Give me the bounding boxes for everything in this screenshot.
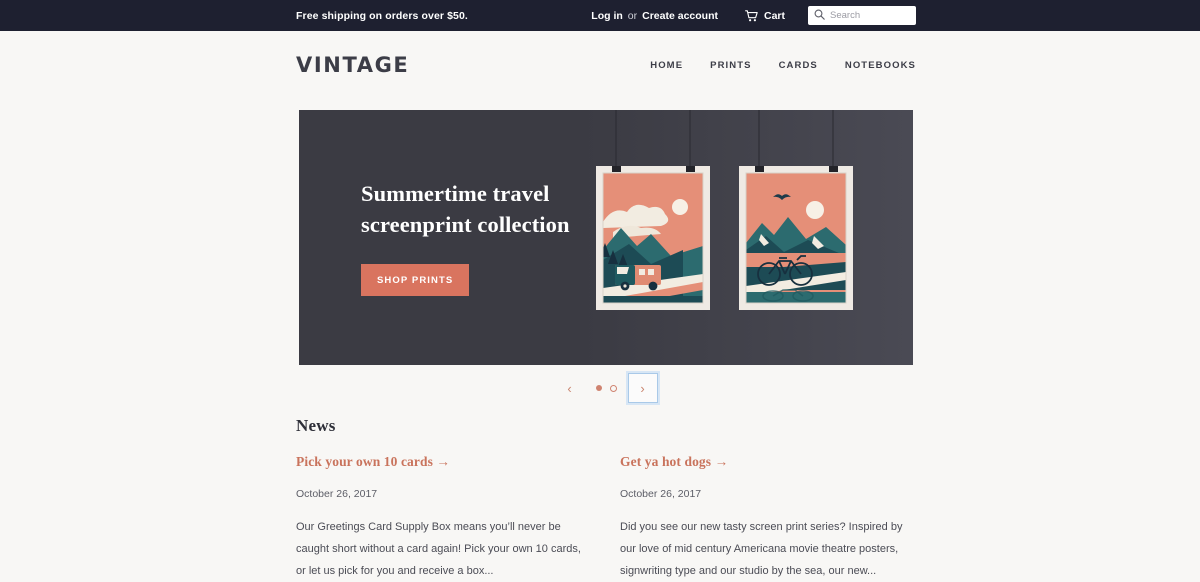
create-account-link[interactable]: Create account bbox=[642, 10, 718, 22]
article-card: Pick your own 10 cards → October 26, 201… bbox=[296, 454, 592, 582]
site-header: VINTAGE Home Prints Cards Notebooks bbox=[296, 31, 916, 99]
article-list: Pick your own 10 cards → October 26, 201… bbox=[296, 454, 916, 582]
search-box[interactable] bbox=[808, 6, 916, 25]
slideshow-dots bbox=[595, 384, 617, 392]
hero-title: Summertime travel screenprint collection bbox=[361, 178, 621, 240]
slideshow-dot-1[interactable] bbox=[595, 385, 602, 391]
article-excerpt: Did you see our new tasty screen print s… bbox=[620, 521, 903, 577]
hero-title-line-2: screenprint collection bbox=[361, 212, 570, 238]
site-logo[interactable]: VINTAGE bbox=[296, 53, 409, 77]
article-excerpt: Our Greetings Card Supply Box means you’… bbox=[296, 521, 581, 577]
nav-item-cards[interactable]: Cards bbox=[779, 60, 818, 71]
utility-links: Log in or Create account Cart bbox=[591, 6, 916, 25]
article-date: October 26, 2017 bbox=[620, 488, 702, 500]
chevron-right-icon[interactable]: › bbox=[627, 373, 658, 403]
shop-prints-button[interactable]: Shop prints bbox=[361, 264, 470, 297]
hero-slideshow: Summertime travel screenprint collection… bbox=[299, 110, 913, 365]
search-input[interactable] bbox=[830, 10, 910, 21]
article-title-link[interactable]: Get ya hot dogs → bbox=[620, 454, 916, 470]
article-date: October 26, 2017 bbox=[296, 488, 378, 500]
search-icon bbox=[814, 7, 825, 25]
nav-item-home[interactable]: Home bbox=[650, 60, 683, 71]
or-separator: or bbox=[627, 9, 638, 22]
hero-title-line-1: Summertime travel bbox=[361, 181, 550, 206]
announcement-bar-inner: Free shipping on orders over $50. Log in… bbox=[296, 6, 916, 25]
cart-link[interactable]: Cart bbox=[745, 10, 785, 22]
slideshow-controls: ‹ › bbox=[299, 371, 913, 405]
news-section: News Pick your own 10 cards → October 26… bbox=[296, 416, 916, 582]
hero-copy: Summertime travel screenprint collection… bbox=[361, 178, 621, 297]
article-card: Get ya hot dogs → October 26, 2017 Did y… bbox=[620, 454, 916, 582]
announcement-bar: Free shipping on orders over $50. Log in… bbox=[0, 0, 1200, 31]
slideshow-dot-2[interactable] bbox=[609, 384, 617, 392]
account-links: Log in or Create account bbox=[591, 10, 718, 22]
news-heading: News bbox=[296, 416, 336, 435]
article-title-link[interactable]: Pick your own 10 cards → bbox=[296, 454, 592, 470]
nav-item-prints[interactable]: Prints bbox=[710, 60, 751, 71]
hero-poster-image bbox=[583, 110, 913, 365]
chevron-left-icon[interactable]: ‹ bbox=[555, 373, 585, 403]
cart-label: Cart bbox=[763, 9, 785, 22]
shopping-cart-icon bbox=[745, 9, 759, 22]
shipping-message: Free shipping on orders over $50. bbox=[296, 9, 468, 22]
nav-item-notebooks[interactable]: Notebooks bbox=[845, 60, 916, 71]
login-link[interactable]: Log in bbox=[591, 10, 623, 22]
main-navigation: Home Prints Cards Notebooks bbox=[650, 60, 916, 71]
